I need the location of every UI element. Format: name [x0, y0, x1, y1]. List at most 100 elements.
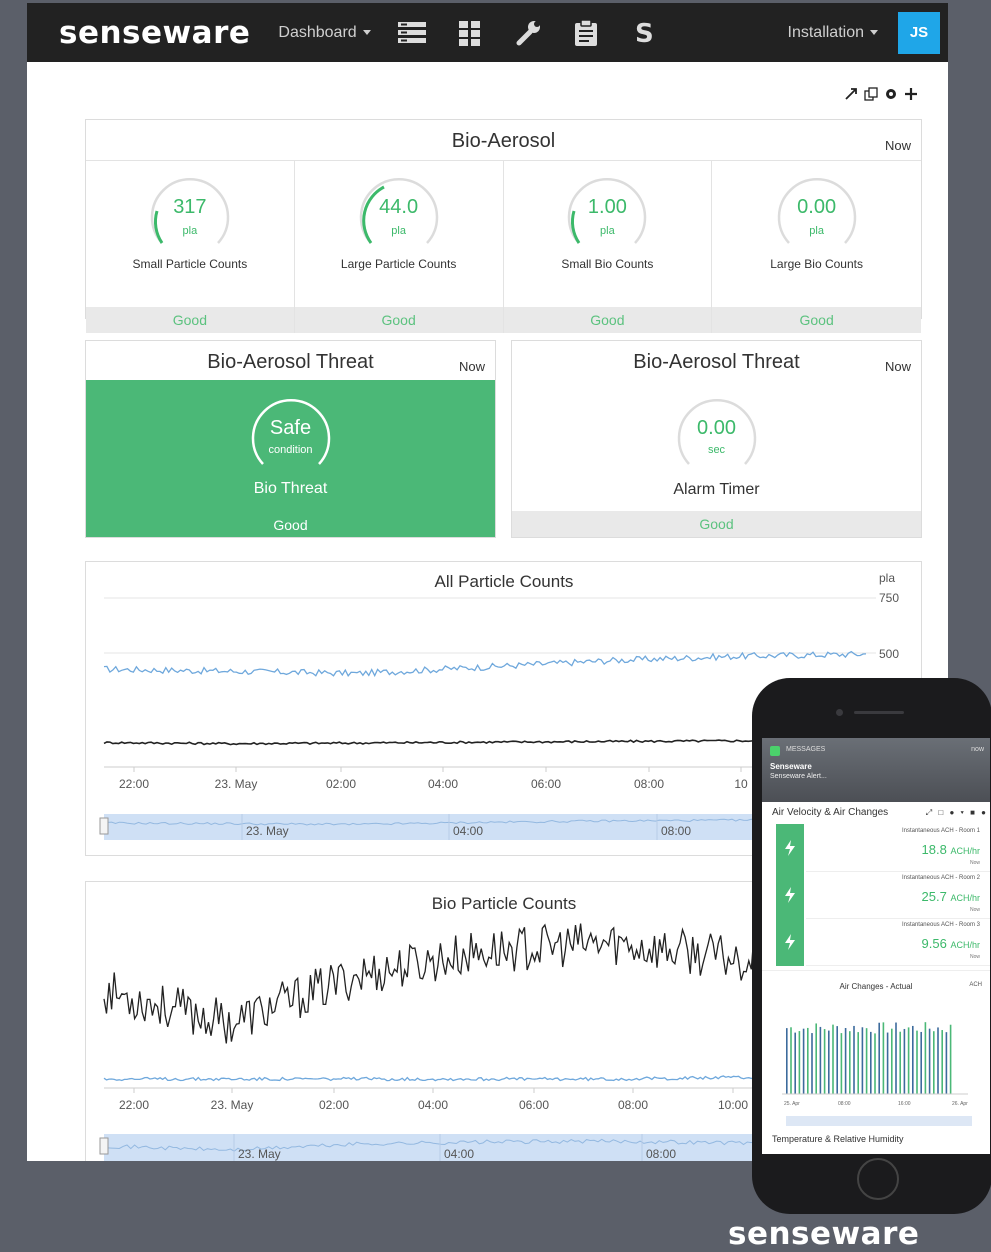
gear-icon[interactable]	[884, 87, 898, 101]
x-tick-label: 22:00	[119, 777, 149, 791]
navigator-handle[interactable]	[99, 817, 109, 835]
phone-bar	[903, 1028, 906, 1094]
x-tick-label: 22:00	[119, 1098, 149, 1112]
s-icon[interactable]: S	[627, 16, 661, 50]
phone-bar	[895, 1022, 897, 1094]
x-tick-label: 08:00	[634, 777, 664, 791]
metric-unit: pla	[391, 225, 406, 237]
navigator-tick-label: 04:00	[453, 824, 483, 838]
x-tick-label: 02:00	[326, 777, 356, 791]
x-tick-label: 06:00	[531, 777, 561, 791]
alarm-timer-label: Alarm Timer	[673, 481, 760, 498]
plus-icon[interactable]	[904, 87, 918, 101]
phone-air-changes-chart: 25. Apr 08:00 16:00 26. Apr	[782, 1022, 968, 1107]
dashboard-menu[interactable]: Dashboard	[278, 24, 371, 42]
expand-icon[interactable]	[844, 87, 858, 101]
ach-row-unit: ACH/hr	[950, 846, 980, 856]
panel-title: Bio-Aerosol Threat	[207, 351, 374, 373]
phone-bar	[907, 1027, 910, 1094]
threat-unit: condition	[268, 444, 313, 456]
grid-icon[interactable]	[453, 16, 487, 50]
phone-bar	[844, 1028, 847, 1094]
phone-chart-navigator[interactable]	[786, 1116, 972, 1126]
bolt-icon	[785, 840, 795, 856]
navigator-tick-label: 23. May	[246, 824, 289, 838]
footer-logo: senseware	[728, 1216, 920, 1252]
user-avatar[interactable]: JS	[898, 11, 940, 54]
ach-row-value-wrap: 25.7 ACH/hr	[922, 889, 980, 904]
phone-panel-tools[interactable]: ⤢ □ ● ▾ ■ ●	[926, 808, 988, 818]
chart-title: Bio Particle Counts	[432, 894, 577, 913]
alarm-timer-value: 0.00	[697, 417, 736, 439]
phone-bar	[937, 1027, 939, 1094]
y-tick-label: 750	[879, 591, 899, 605]
navigator-tick-label: 23. May	[238, 1147, 281, 1161]
notif-app: MESSAGES	[786, 746, 826, 753]
metric-value: 317	[173, 196, 207, 218]
divider	[806, 965, 990, 966]
bio-aerosol-panel: Bio-Aerosol Now 317 pla Small Particle Cou…	[85, 119, 922, 333]
x-tick-label: 04:00	[418, 1098, 448, 1112]
alarm-timer-gauge: 0.00 sec	[674, 394, 760, 480]
phone-bar	[819, 1026, 822, 1094]
threat-status: Good	[273, 517, 308, 533]
navigator-handle[interactable]	[99, 1137, 109, 1155]
phone-ach-row[interactable]: Instantaneous ACH - Room 3 9.56 ACH/hr Now	[762, 920, 990, 966]
series-line-0	[103, 650, 867, 678]
phone-bar	[849, 1031, 851, 1094]
phone-home-button[interactable]	[857, 1158, 899, 1200]
notif-time: now	[971, 746, 984, 753]
phone-bar	[882, 1022, 885, 1094]
metric-gauge: 317 pla	[147, 173, 233, 259]
ach-row-now: Now	[969, 860, 980, 866]
metric-label: Large Bio Counts	[770, 257, 863, 271]
phone-panel-title: Air Velocity & Air Changes	[772, 807, 889, 818]
phone-bar	[878, 1022, 880, 1094]
metric-status: Good	[712, 307, 921, 333]
phone-bar	[802, 1028, 805, 1094]
phone-chart-unit: ACH	[969, 982, 982, 988]
metric-gauge: 1.00 pla	[564, 173, 650, 259]
clipboard-icon[interactable]	[569, 16, 603, 50]
phone-bar	[836, 1026, 838, 1094]
divider	[806, 918, 990, 919]
list-icon[interactable]	[395, 16, 429, 50]
phone-bar	[794, 1032, 796, 1094]
y-tick-label: 500	[879, 647, 899, 661]
panel-title: Bio-Aerosol	[451, 130, 556, 152]
metric-unit: pla	[182, 225, 198, 237]
dashboard-toolbar	[844, 87, 918, 101]
ach-row-label: Instantaneous ACH - Room 3	[901, 922, 980, 928]
metric-status: Good	[503, 307, 712, 333]
phone-speaker	[854, 711, 904, 714]
threat-status-body: Safe condition Bio Threat Good	[86, 380, 495, 537]
phone-bar	[790, 1027, 792, 1094]
copy-icon[interactable]	[864, 87, 878, 101]
ach-row-unit: ACH/hr	[950, 940, 980, 950]
phone-bar	[823, 1029, 826, 1094]
phone-bar	[832, 1024, 834, 1094]
threat-gauge: Safe condition	[248, 394, 334, 480]
phone-mockup: MESSAGES now Senseware Senseware Alert..…	[752, 678, 991, 1214]
phone-ach-row[interactable]: Instantaneous ACH - Room 1 18.8 ACH/hr Now	[762, 826, 990, 872]
metric-status: Good	[294, 307, 503, 333]
threat-label: Bio Threat	[253, 480, 328, 497]
x-tick-label: 06:00	[519, 1098, 549, 1112]
phone-ach-row[interactable]: Instantaneous ACH - Room 2 25.7 ACH/hr Now	[762, 873, 990, 919]
chart-title: All Particle Counts	[435, 572, 574, 591]
notif-title: Senseware	[770, 762, 812, 771]
divider	[806, 871, 990, 872]
metric-gauge: 0.00 pla	[774, 173, 860, 259]
bolt-icon	[785, 887, 795, 903]
installation-menu[interactable]: Installation	[788, 24, 878, 42]
brand-logo[interactable]: senseware	[59, 15, 250, 51]
ach-row-value: 18.8	[921, 842, 947, 857]
ach-row-value: 9.56	[921, 936, 947, 951]
phone-bar	[941, 1030, 943, 1094]
wrench-icon[interactable]	[511, 16, 545, 50]
phone-bar	[945, 1032, 948, 1094]
message-notification[interactable]: MESSAGES now Senseware Senseware Alert..…	[762, 738, 990, 802]
alarm-timer-status: Good	[512, 511, 921, 537]
phone-bar	[857, 1032, 859, 1094]
navigator-tick-label: 08:00	[646, 1147, 676, 1161]
